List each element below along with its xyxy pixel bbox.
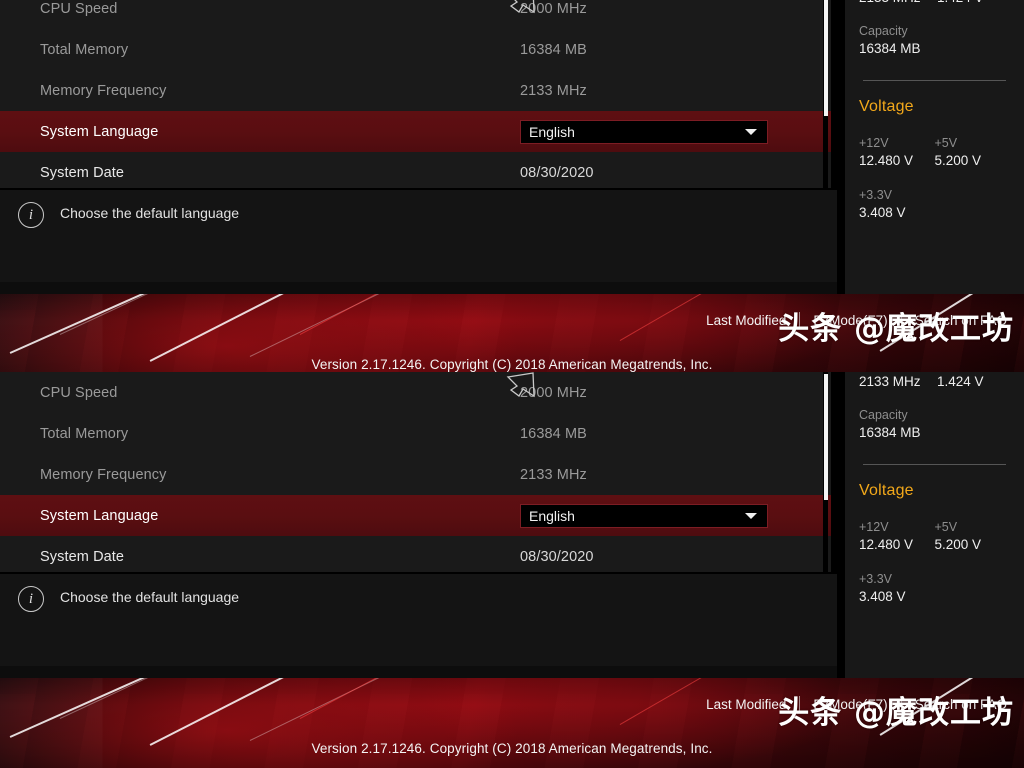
hardware-monitor-sidebar: 2133 MHz 1.424 V Capacity 16384 MB Volta…	[843, 372, 1024, 678]
row-label: Memory Frequency	[40, 466, 167, 483]
table-row: Memory Frequency 2133 MHz	[0, 70, 837, 111]
table-row: CPU Speed 2000 MHz	[0, 372, 837, 413]
bios-instance-bottom: CPU Speed 2000 MHz Total Memory 16384 MB…	[0, 372, 1024, 768]
chevron-down-icon[interactable]	[745, 512, 757, 519]
voltage-heading: Voltage	[859, 98, 914, 115]
voltage-grid-row-1: +12V 12.480 V +5V 5.200 V	[859, 136, 1010, 168]
voltage-label-12v: +12V	[859, 520, 889, 534]
copyright-text: Version 2.17.1246. Copyright (C) 2018 Am…	[311, 357, 713, 372]
row-label: CPU Speed	[40, 0, 118, 17]
voltage-value-12v: 12.480 V	[859, 153, 914, 168]
sidebar-capacity: Capacity 16384 MB	[859, 408, 1010, 440]
voltage-value-5v: 5.200 V	[934, 153, 982, 168]
row-label: System Date	[40, 164, 125, 181]
chevron-down-icon[interactable]	[745, 128, 757, 135]
voltage-label-33v: +3.3V	[859, 572, 893, 586]
voltage-label-5v: +5V	[934, 136, 958, 150]
voltage-label-5v: +5V	[934, 520, 958, 534]
scrollbar-thumb[interactable]	[824, 0, 828, 116]
system-language-dropdown[interactable]: English	[520, 503, 768, 528]
row-label: System Language	[40, 123, 159, 140]
panel-filler	[0, 666, 837, 678]
system-language-dropdown[interactable]: English	[520, 119, 768, 144]
copyright-text: Version 2.17.1246. Copyright (C) 2018 Am…	[311, 741, 713, 756]
memory-voltage-value: 1.424 V	[937, 0, 984, 5]
bios-instance-top: CPU Speed 2000 MHz Total Memory 16384 MB…	[0, 0, 1024, 372]
sidebar-capacity: Capacity 16384 MB	[859, 24, 1010, 56]
divider	[863, 464, 1006, 465]
mouse-cursor-icon	[509, 0, 535, 14]
sidebar-clipped-row: 2133 MHz 1.424 V	[859, 372, 1010, 389]
row-label: Total Memory	[40, 425, 129, 442]
voltage-value-12v: 12.480 V	[859, 537, 914, 552]
row-value: 2133 MHz	[520, 82, 587, 99]
capacity-label: Capacity	[859, 24, 908, 38]
settings-panel: CPU Speed 2000 MHz Total Memory 16384 MB…	[0, 372, 837, 606]
bios-screen: CPU Speed 2000 MHz Total Memory 16384 MB…	[0, 0, 1024, 768]
table-row-system-language[interactable]: System Language English	[0, 495, 837, 536]
dropdown-value: English	[529, 507, 575, 524]
row-label: CPU Speed	[40, 384, 118, 401]
help-text: Choose the default language	[60, 205, 240, 221]
table-row: CPU Speed 2000 MHz	[0, 0, 837, 29]
voltage-label-33v: +3.3V	[859, 188, 893, 202]
voltage-heading: Voltage	[859, 482, 914, 499]
voltage-label-12v: +12V	[859, 136, 889, 150]
mouse-cursor-icon	[506, 372, 535, 398]
info-icon: i	[18, 202, 44, 228]
capacity-value: 16384 MB	[859, 41, 921, 56]
row-label: Total Memory	[40, 41, 129, 58]
table-row: Total Memory 16384 MB	[0, 29, 837, 70]
scrollbar-thumb[interactable]	[824, 374, 828, 500]
sidebar-clipped-row: 2133 MHz 1.424 V	[859, 0, 1010, 5]
panel-edge	[831, 0, 837, 188]
memory-voltage-value: 1.424 V	[937, 374, 984, 389]
row-value: 16384 MB	[520, 41, 587, 58]
help-text: Choose the default language	[60, 589, 240, 605]
voltage-value-5v: 5.200 V	[934, 537, 982, 552]
table-row-system-language[interactable]: System Language English	[0, 111, 837, 152]
panel-edge	[831, 372, 837, 572]
table-row: Memory Frequency 2133 MHz	[0, 454, 837, 495]
memory-frequency-value: 2133 MHz	[859, 0, 937, 5]
memory-frequency-value: 2133 MHz	[859, 374, 921, 389]
help-strip: i Choose the default language	[0, 572, 837, 666]
dropdown-value: English	[529, 123, 575, 140]
capacity-value: 16384 MB	[859, 425, 921, 440]
help-strip: i Choose the default language	[0, 188, 837, 282]
row-value: 2133 MHz	[520, 466, 587, 483]
panel-filler	[0, 282, 837, 294]
row-label: System Date	[40, 548, 125, 565]
table-row-system-date[interactable]: System Date 08/30/2020	[0, 152, 837, 193]
settings-panel: CPU Speed 2000 MHz Total Memory 16384 MB…	[0, 0, 837, 222]
voltage-grid-row-1: +12V 12.480 V +5V 5.200 V	[859, 520, 1010, 552]
footer-band: Last Modified EzMode(F7) Search on FAQ V…	[0, 294, 1024, 372]
voltage-grid-row-2: +3.3V 3.408 V	[859, 188, 1010, 220]
bios-window: CPU Speed 2000 MHz Total Memory 16384 MB…	[0, 0, 1024, 372]
row-value: 16384 MB	[520, 425, 587, 442]
row-value: 08/30/2020	[520, 548, 594, 565]
voltage-value-33v: 3.408 V	[859, 589, 906, 604]
row-value: 08/30/2020	[520, 164, 594, 181]
row-label: Memory Frequency	[40, 82, 167, 99]
row-label: System Language	[40, 507, 159, 524]
divider	[863, 80, 1006, 81]
bios-window: CPU Speed 2000 MHz Total Memory 16384 MB…	[0, 372, 1024, 768]
table-row-system-date[interactable]: System Date 08/30/2020	[0, 536, 837, 577]
footer-band: Last Modified EzMode(F7) Search on FAQ V…	[0, 678, 1024, 768]
table-row: Total Memory 16384 MB	[0, 413, 837, 454]
hardware-monitor-sidebar: 2133 MHz 1.424 V Capacity 16384 MB Volta…	[843, 0, 1024, 294]
watermark: 头条 @魔改工坊	[778, 695, 1014, 731]
info-icon: i	[18, 586, 44, 612]
capacity-label: Capacity	[859, 408, 908, 422]
voltage-value-33v: 3.408 V	[859, 205, 906, 220]
watermark: 头条 @魔改工坊	[778, 311, 1014, 347]
voltage-grid-row-2: +3.3V 3.408 V	[859, 572, 1010, 604]
